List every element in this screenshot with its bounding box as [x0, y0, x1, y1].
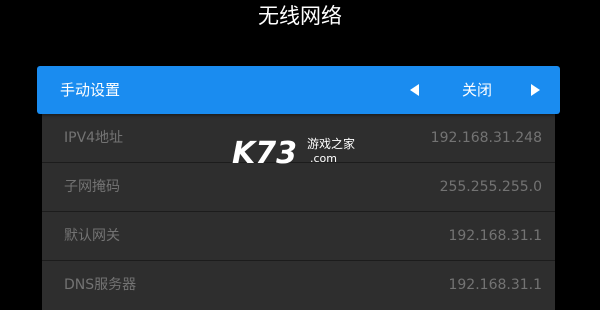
triangle-right-icon[interactable]	[531, 84, 540, 96]
watermark-text: 游戏之家	[307, 137, 356, 151]
subnet-mask-label: 子网掩码	[64, 179, 120, 195]
default-gateway-label: 默认网关	[64, 228, 120, 244]
dns-server-value: 192.168.31.1	[448, 277, 542, 293]
subnet-mask-value: 255.255.255.0	[439, 179, 542, 195]
manual-setting-label: 手动设置	[60, 81, 121, 99]
dns-server-label: DNS服务器	[64, 277, 137, 293]
watermark-brand: K73	[232, 136, 297, 171]
default-gateway-row: 默认网关 192.168.31.1	[42, 212, 555, 260]
ipv4-address-value: 192.168.31.248	[430, 130, 542, 146]
ipv4-address-label: IPV4地址	[64, 130, 124, 146]
dns-server-row: DNS服务器 192.168.31.1	[42, 261, 555, 309]
manual-setting-value: 关闭	[461, 81, 492, 99]
k73-watermark-logo: K73 游戏之家 .com	[232, 136, 372, 176]
manual-setting-selector[interactable]: 手动设置 关闭	[37, 66, 560, 114]
page-title: 无线网络	[258, 4, 342, 28]
triangle-left-icon[interactable]	[410, 84, 419, 96]
watermark-domain: .com	[310, 152, 337, 165]
default-gateway-value: 192.168.31.1	[448, 228, 542, 244]
